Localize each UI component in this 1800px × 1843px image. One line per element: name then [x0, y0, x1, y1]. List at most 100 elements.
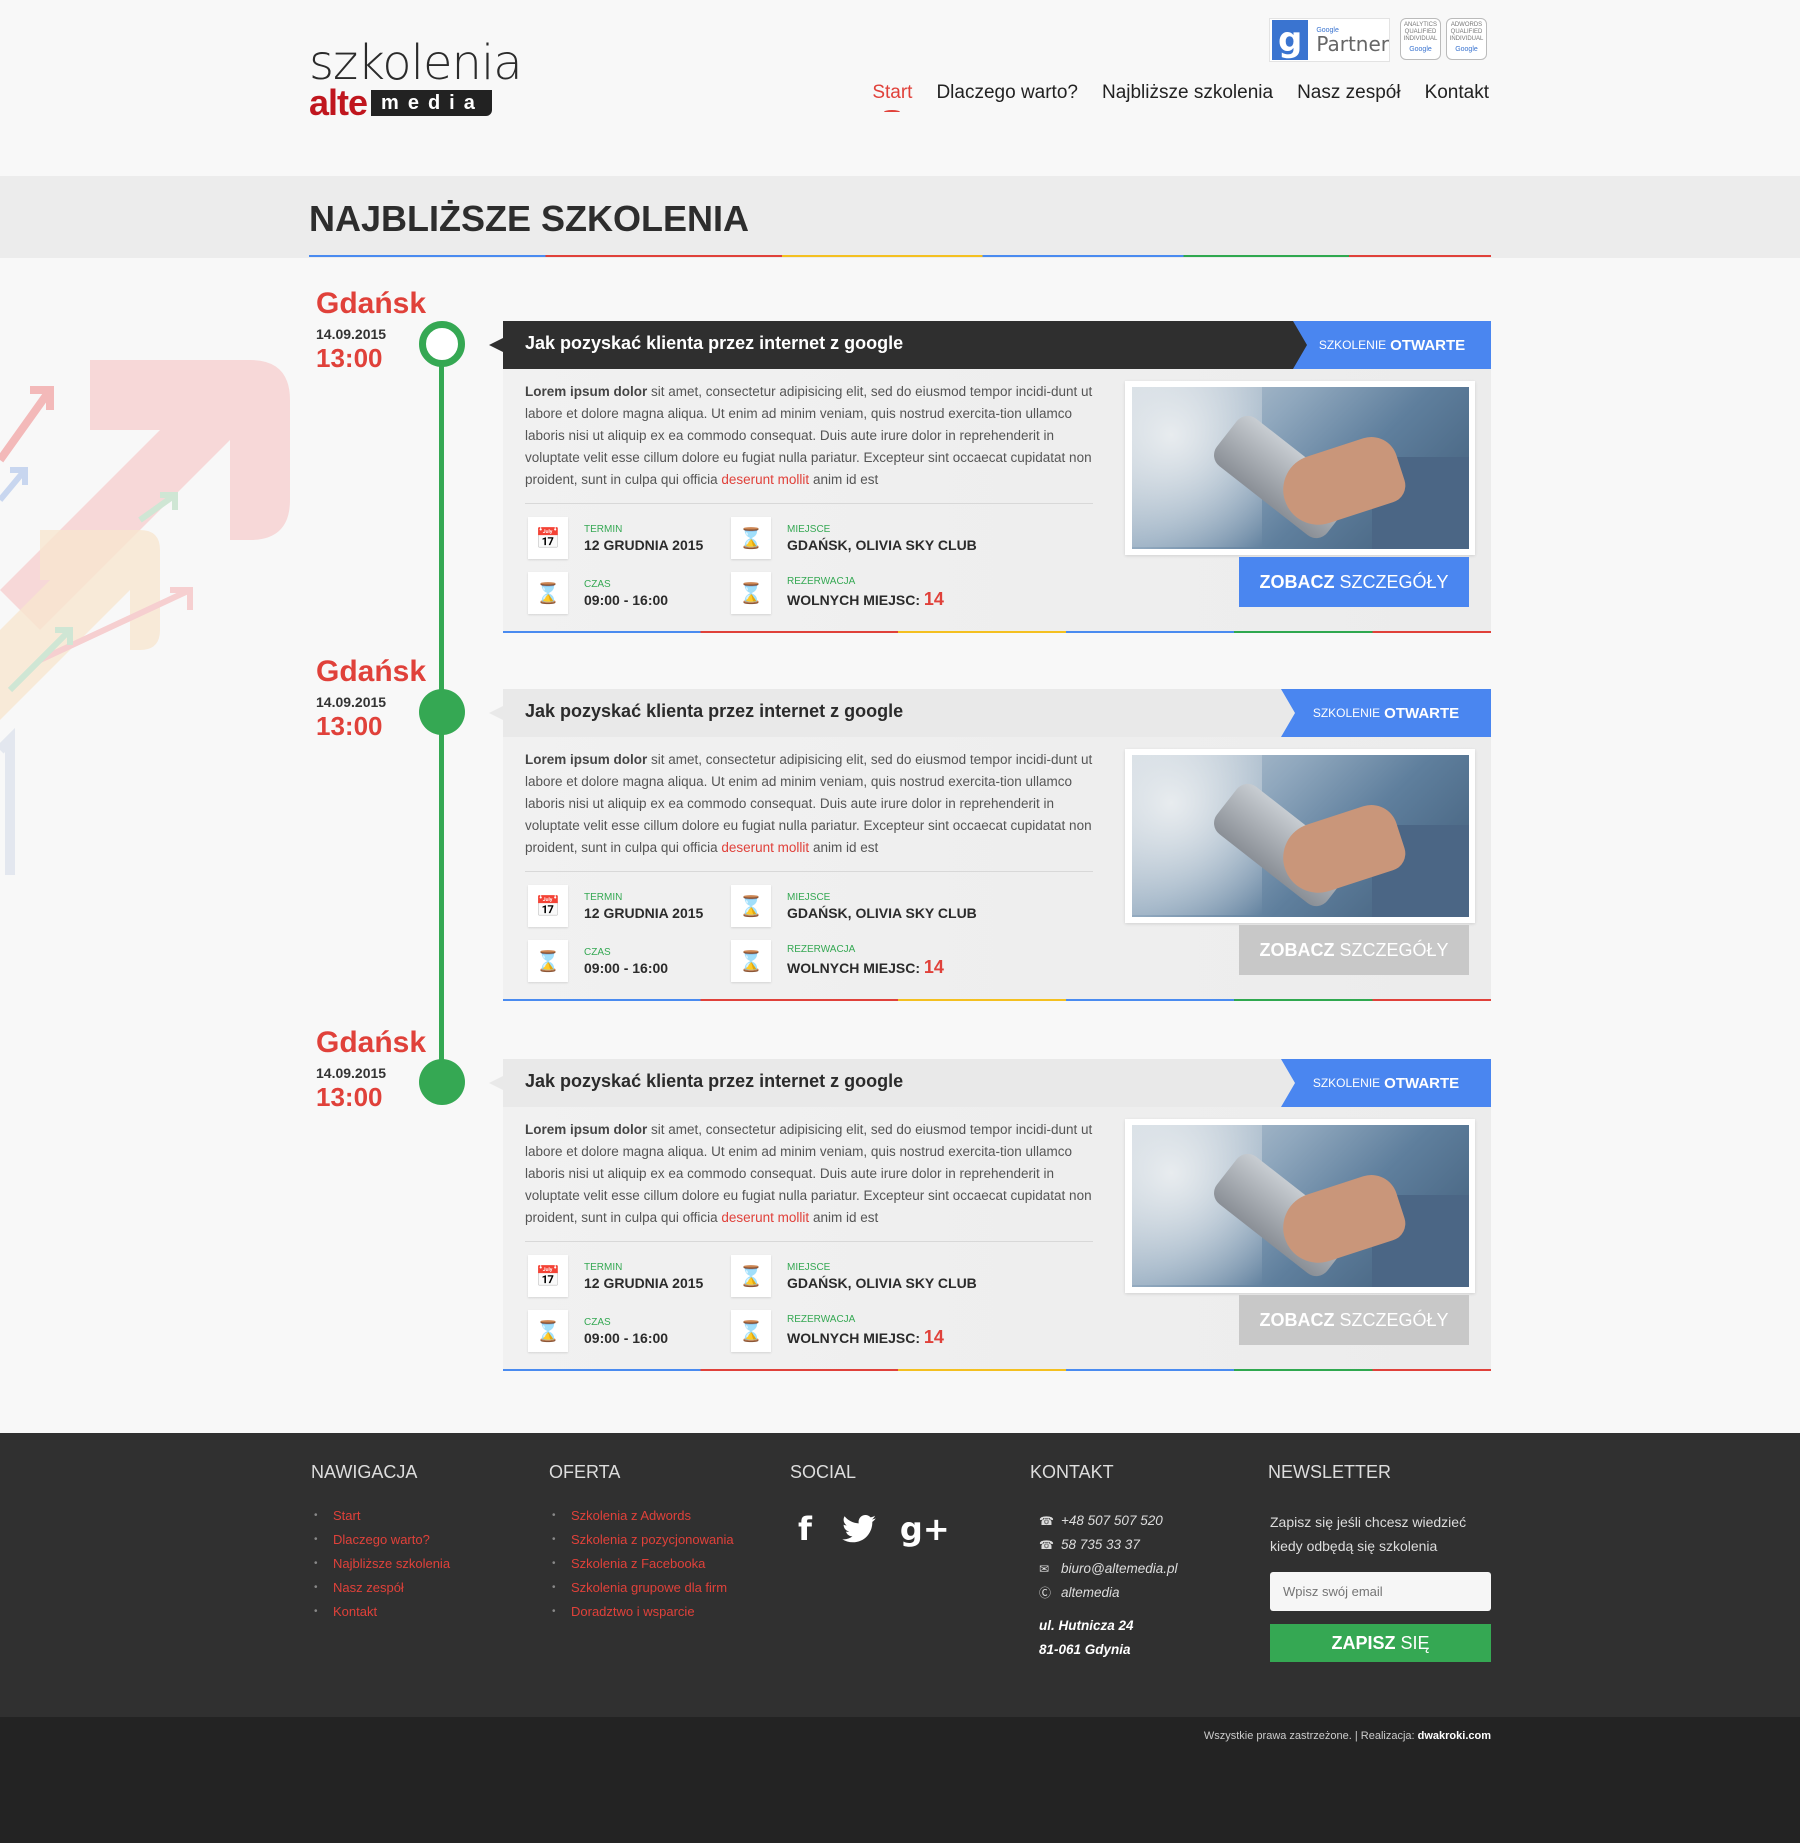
copyright-text: Wszystkie prawa zastrzeżone.: [1203, 1730, 1352, 1742]
footer-social-title: SOCIAL: [790, 1462, 857, 1482]
event-time: 13:00: [316, 343, 383, 373]
status-badge: SZKOLENIE OTWARTE: [1281, 1059, 1491, 1107]
event-city: Gdańsk: [316, 655, 427, 688]
info-termin: 📅 TERMIN 12 GRUDNIA 2015: [528, 885, 703, 927]
google-plus-icon[interactable]: g+: [900, 1510, 950, 1548]
header: szkolenia alte media g Google Partner AN…: [0, 0, 1800, 176]
hourglass-icon: ⌛: [731, 517, 771, 559]
description-link[interactable]: deserunt mollit: [721, 840, 809, 855]
event-card-body: Lorem ipsum dolor sit amet, consectetur …: [503, 737, 1491, 999]
info-rezerwacja: ⌛ REZERWACJA WOLNYCH MIEJSC: 14: [731, 572, 944, 614]
twitter-icon[interactable]: [842, 1515, 876, 1543]
newsletter-email-input[interactable]: [1270, 1572, 1491, 1611]
info-label: TERMIN: [584, 891, 623, 903]
footer-link-pozycjonowanie[interactable]: Szkolenia z pozycjonowania: [552, 1532, 734, 1548]
event-card: Jak pozyskać klienta przez internet z go…: [489, 689, 1491, 1001]
background-arrows-decoration: [0, 360, 290, 875]
site-logo[interactable]: szkolenia alte media: [309, 35, 523, 122]
rainbow-divider: [503, 999, 1491, 1001]
event-date: 14.09.2015: [316, 326, 387, 342]
description-link[interactable]: deserunt mollit: [721, 1210, 809, 1225]
description-text-end: anim id est: [809, 1210, 879, 1225]
info-label: REZERWACJA: [787, 944, 856, 955]
footer-link-adwords[interactable]: Szkolenia z Adwords: [552, 1508, 734, 1524]
info-value: GDAŃSK, OLIVIA SKY CLUB: [787, 904, 977, 921]
info-value: 09:00 - 16:00: [584, 591, 669, 608]
logo-text-top: szkolenia: [309, 35, 523, 91]
copyright: Wszystkie prawa zastrzeżone. | Realizacj…: [1204, 1730, 1491, 1742]
hourglass-icon: ⌛: [731, 1310, 771, 1352]
details-button[interactable]: ZOBACZ SZCZEGÓŁY: [1239, 1295, 1469, 1345]
info-miejsce: ⌛ MIEJSCE GDAŃSK, OLIVIA SKY CLUB: [731, 1255, 977, 1297]
info-label: CZAS: [584, 946, 611, 958]
logo-text-media: media: [371, 90, 492, 116]
event-photo: [1125, 1119, 1475, 1293]
address-line-1: ul. Hutnicza 24: [1039, 1618, 1134, 1633]
event-city: Gdańsk: [316, 287, 427, 320]
nav-item-kontakt[interactable]: Kontakt: [1413, 82, 1489, 104]
contact-email[interactable]: biuro@altemedia.pl: [1061, 1560, 1178, 1578]
rainbow-divider: [503, 631, 1491, 633]
free-seats-label: WOLNYCH MIEJSC:: [787, 960, 920, 976]
badge-line: ANALYTICS: [1404, 22, 1437, 28]
footer-link-grupowe[interactable]: Szkolenia grupowe dla firm: [552, 1580, 734, 1596]
footer: [0, 1433, 1800, 1717]
event-card-header: Jak pozyskać klienta przez internet z go…: [489, 1059, 1491, 1107]
event-title[interactable]: Jak pozyskać klienta przez internet z go…: [525, 701, 903, 722]
footer-link-doradztwo[interactable]: Doradztwo i wsparcie: [552, 1604, 734, 1620]
contact-phone-1[interactable]: +48 507 507 520: [1061, 1512, 1163, 1530]
footer-link-nasz-zespol[interactable]: Nasz zespół: [314, 1580, 450, 1596]
description-bold: Lorem ipsum dolor: [525, 752, 648, 767]
contact-skype[interactable]: altemedia: [1061, 1584, 1120, 1602]
footer-link-start[interactable]: Start: [314, 1508, 450, 1524]
info-label: REZERWACJA: [787, 576, 856, 587]
realization-link[interactable]: dwakroki.com: [1418, 1730, 1491, 1742]
event-card-body: Lorem ipsum dolor sit amet, consectetur …: [503, 1107, 1491, 1369]
info-value: WOLNYCH MIEJSC: 14: [787, 589, 944, 610]
info-czas: ⌛ CZAS 09:00 - 16:00: [528, 572, 668, 614]
nav-item-nasz-zespol[interactable]: Nasz zespół: [1285, 82, 1413, 104]
status-prefix: SZKOLENIE: [1312, 1076, 1381, 1090]
badge-line: QUALIFIED: [1450, 29, 1483, 35]
event-card-header: Jak pozyskać klienta przez internet z go…: [489, 321, 1491, 369]
event-date: 14.09.2015: [316, 1065, 387, 1081]
footer-nav-list: Start Dlaczego warto? Najbliższe szkolen…: [314, 1508, 450, 1628]
event-card: Jak pozyskać klienta przez internet z go…: [489, 1059, 1491, 1371]
page-title: NAJBLIŻSZE SZKOLENIA: [309, 198, 750, 239]
description-link[interactable]: deserunt mollit: [721, 472, 809, 487]
description-bold: Lorem ipsum dolor: [525, 1122, 648, 1137]
details-button[interactable]: ZOBACZ SZCZEGÓŁY: [1239, 557, 1469, 607]
button-bold: ZAPISZ: [1331, 1632, 1396, 1653]
nav-item-dlaczego-warto[interactable]: Dlaczego warto?: [924, 82, 1090, 104]
footer-link-kontakt[interactable]: Kontakt: [314, 1604, 450, 1620]
rainbow-divider: [503, 1369, 1491, 1371]
event-card-header: Jak pozyskać klienta przez internet z go…: [489, 689, 1491, 737]
info-value: 09:00 - 16:00: [584, 959, 669, 976]
facebook-icon[interactable]: f: [798, 1510, 812, 1548]
event-description: Lorem ipsum dolor sit amet, consectetur …: [525, 381, 1095, 491]
nav-item-najblizsze-szkolenia[interactable]: Najbliższe szkolenia: [1090, 82, 1285, 104]
event-city: Gdańsk: [316, 1026, 427, 1059]
nav-item-start[interactable]: Start: [860, 82, 924, 112]
adwords-qualified-badge: ADWORDS QUALIFIED INDIVIDUAL Google: [1446, 18, 1487, 60]
free-seats-count: 14: [923, 589, 944, 609]
status-badge: SZKOLENIE OTWARTE: [1293, 321, 1491, 369]
details-button[interactable]: ZOBACZ SZCZEGÓŁY: [1239, 925, 1469, 975]
status-prefix: SZKOLENIE: [1318, 338, 1387, 352]
status-badge: SZKOLENIE OTWARTE: [1281, 689, 1491, 737]
badge-line: QUALIFIED: [1404, 29, 1437, 35]
footer-link-najblizsze-szkolenia[interactable]: Najbliższe szkolenia: [314, 1556, 450, 1572]
footer-link-dlaczego-warto[interactable]: Dlaczego warto?: [314, 1532, 450, 1548]
info-czas: ⌛ CZAS 09:00 - 16:00: [528, 940, 668, 982]
contact-phone-2[interactable]: 58 735 33 37: [1061, 1536, 1140, 1554]
hourglass-icon: ⌛: [528, 1310, 568, 1352]
info-label: MIEJSCE: [787, 1261, 831, 1273]
event-title[interactable]: Jak pozyskać klienta przez internet z go…: [525, 333, 903, 354]
hourglass-icon: ⌛: [731, 572, 771, 614]
hourglass-icon: ⌛: [731, 885, 771, 927]
footer-link-facebook[interactable]: Szkolenia z Facebooka: [552, 1556, 734, 1572]
newsletter-subscribe-button[interactable]: ZAPISZ SIĘ: [1270, 1624, 1491, 1662]
timeline-node-active: [419, 321, 465, 367]
button-bold: ZOBACZ: [1259, 939, 1335, 960]
event-title[interactable]: Jak pozyskać klienta przez internet z go…: [525, 1071, 903, 1092]
